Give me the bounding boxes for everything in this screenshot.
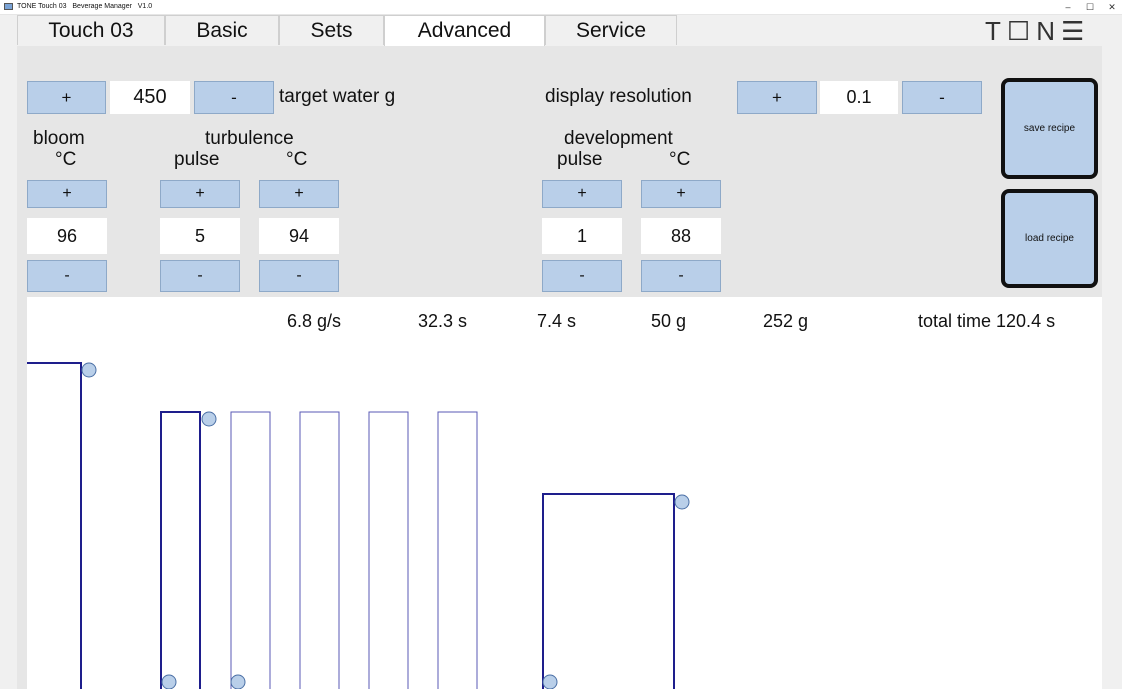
bloom-profile-line — [27, 362, 82, 689]
turbulence-pulse-4-line — [368, 411, 409, 689]
turbulence-pulse-2-line — [230, 411, 271, 689]
turbulence-pulse-5-line — [437, 411, 478, 689]
development-drag-handle[interactable] — [674, 494, 690, 510]
turbulence-pulse-1-line — [160, 411, 201, 689]
development-start-handle[interactable] — [542, 674, 558, 689]
development-profile-line — [542, 493, 675, 689]
brew-profile-plot — [27, 362, 690, 689]
turbulence-start-handle[interactable] — [161, 674, 177, 689]
turbulence-gap-handle[interactable] — [230, 674, 246, 689]
turbulence-pulse-3-line — [299, 411, 340, 689]
bloom-drag-handle[interactable] — [81, 362, 97, 378]
turbulence-drag-handle[interactable] — [201, 411, 217, 427]
